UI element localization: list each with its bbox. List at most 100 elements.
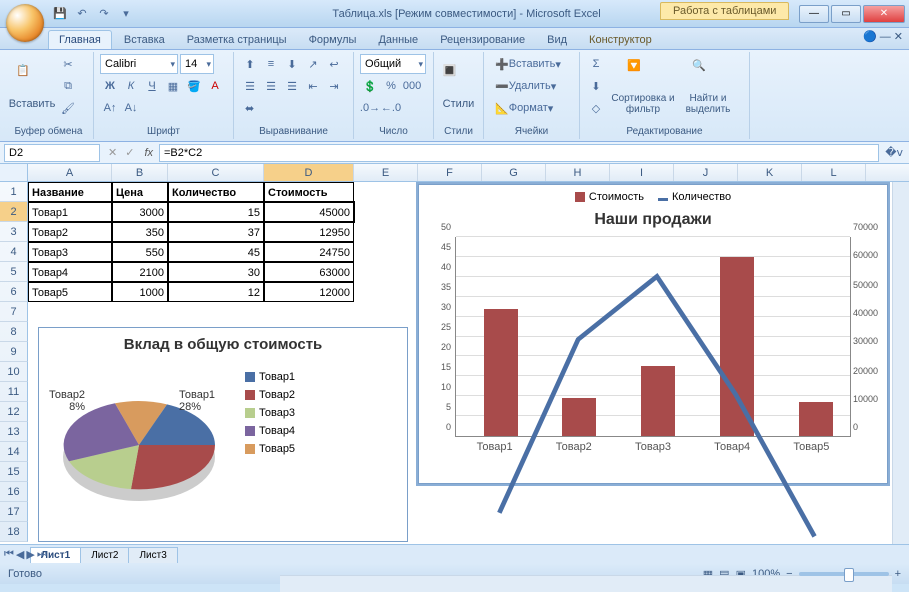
align-top-icon[interactable]: ⬆	[240, 54, 260, 74]
horizontal-scrollbar[interactable]	[280, 575, 892, 592]
close-button[interactable]: ✕	[863, 5, 905, 23]
row-header[interactable]: 2	[0, 202, 28, 222]
comma-icon[interactable]: 000	[402, 76, 422, 96]
cell[interactable]: 550	[112, 242, 168, 262]
sheet-tab[interactable]: Лист2	[80, 547, 129, 563]
row-header[interactable]: 10	[0, 362, 28, 382]
row-header[interactable]: 17	[0, 502, 28, 522]
format-cells-button[interactable]: 📐 Формат ▾	[490, 98, 558, 118]
col-header[interactable]: A	[28, 164, 112, 181]
cell[interactable]: Товар1	[28, 202, 112, 222]
sort-filter-button[interactable]: 🔽Сортировка и фильтр	[610, 54, 676, 120]
tab-data[interactable]: Данные	[368, 31, 428, 49]
cell[interactable]: Товар5	[28, 282, 112, 302]
formula-input[interactable]: =B2*C2	[159, 144, 879, 162]
indent-inc-icon[interactable]: ⇥	[324, 76, 344, 96]
row-header[interactable]: 3	[0, 222, 28, 242]
increase-font-icon[interactable]: A↑	[100, 98, 120, 118]
col-header[interactable]: H	[546, 164, 610, 181]
redo-icon[interactable]: ↷	[96, 6, 112, 22]
undo-icon[interactable]: ↶	[74, 6, 90, 22]
merge-icon[interactable]: ⬌	[240, 98, 259, 118]
decrease-font-icon[interactable]: A↓	[121, 98, 141, 118]
cell[interactable]: 15	[168, 202, 264, 222]
fx-icon[interactable]: fx	[138, 147, 159, 159]
first-sheet-icon[interactable]: ⏮	[4, 548, 14, 561]
delete-cells-button[interactable]: ➖ Удалить ▾	[490, 76, 561, 96]
select-all-button[interactable]	[0, 164, 28, 181]
cell[interactable]: 63000	[264, 262, 354, 282]
font-name-combo[interactable]: Calibri	[100, 54, 178, 74]
cell[interactable]: 12000	[264, 282, 354, 302]
currency-icon[interactable]: 💲	[360, 76, 380, 96]
insert-cells-button[interactable]: ➕ Вставить ▾	[490, 54, 566, 74]
styles-button[interactable]: 🔳Стили	[440, 54, 477, 120]
row-header[interactable]: 6	[0, 282, 28, 302]
vertical-scrollbar[interactable]	[892, 182, 909, 544]
cell[interactable]: 45	[168, 242, 264, 262]
minimize-button[interactable]: —	[799, 5, 829, 23]
row-header[interactable]: 9	[0, 342, 28, 362]
number-format-combo[interactable]: Общий	[360, 54, 426, 74]
cell[interactable]: Цена	[112, 182, 168, 202]
col-header[interactable]: G	[482, 164, 546, 181]
copy-icon[interactable]: ⧉	[58, 76, 78, 96]
row-header[interactable]: 8	[0, 322, 28, 342]
cell[interactable]: Стоимость	[264, 182, 354, 202]
help-button[interactable]: 🔵 — ✕	[863, 30, 903, 43]
tab-insert[interactable]: Вставка	[114, 31, 175, 49]
row-header[interactable]: 15	[0, 462, 28, 482]
cell[interactable]: Название	[28, 182, 112, 202]
cell-selected[interactable]: 45000	[264, 202, 354, 222]
fill-icon[interactable]: ⬇	[586, 76, 606, 96]
tab-formulas[interactable]: Формулы	[299, 31, 367, 49]
orientation-icon[interactable]: ↗	[303, 54, 323, 74]
cell[interactable]: 3000	[112, 202, 168, 222]
align-middle-icon[interactable]: ≡	[261, 54, 281, 74]
percent-icon[interactable]: %	[381, 76, 401, 96]
row-header[interactable]: 11	[0, 382, 28, 402]
row-header[interactable]: 18	[0, 522, 28, 542]
worksheet[interactable]: A B C D E F G H I J K L 1 2 3 4 5 6 7 8 …	[0, 164, 909, 544]
format-painter-icon[interactable]: 🖌	[58, 98, 78, 118]
cell[interactable]: 12	[168, 282, 264, 302]
tab-review[interactable]: Рецензирование	[430, 31, 535, 49]
inc-decimal-icon[interactable]: .0→	[360, 98, 380, 118]
accept-formula-icon[interactable]: ✓	[121, 146, 138, 159]
col-header[interactable]: L	[802, 164, 866, 181]
tab-view[interactable]: Вид	[537, 31, 577, 49]
save-icon[interactable]: 💾	[52, 6, 68, 22]
wrap-text-icon[interactable]: ↩	[324, 54, 344, 74]
qat-more-icon[interactable]: ▾	[118, 6, 134, 22]
next-sheet-icon[interactable]: ▶	[26, 548, 34, 561]
fill-color-icon[interactable]: 🪣	[184, 76, 204, 96]
col-header[interactable]: I	[610, 164, 674, 181]
col-header[interactable]: K	[738, 164, 802, 181]
underline-icon[interactable]: Ч	[142, 76, 162, 96]
row-header[interactable]: 7	[0, 302, 28, 322]
prev-sheet-icon[interactable]: ◀	[16, 548, 24, 561]
font-color-icon[interactable]: A	[205, 76, 225, 96]
cell[interactable]: Количество	[168, 182, 264, 202]
align-center-icon[interactable]: ☰	[261, 76, 281, 96]
cell[interactable]: 30	[168, 262, 264, 282]
cut-icon[interactable]: ✂	[58, 54, 78, 74]
dec-decimal-icon[interactable]: ←.0	[381, 98, 401, 118]
expand-formula-icon[interactable]: �ⅴ	[879, 146, 909, 159]
last-sheet-icon[interactable]: ⏭	[37, 548, 47, 561]
row-header[interactable]: 13	[0, 422, 28, 442]
cell[interactable]: Товар3	[28, 242, 112, 262]
combo-chart[interactable]: Стоимость Количество Наши продажи 051015…	[418, 184, 888, 484]
cell[interactable]: Товар2	[28, 222, 112, 242]
align-right-icon[interactable]: ☰	[282, 76, 302, 96]
bold-icon[interactable]: Ж	[100, 76, 120, 96]
maximize-button[interactable]: ▭	[831, 5, 861, 23]
col-header[interactable]: D	[264, 164, 354, 181]
row-header[interactable]: 16	[0, 482, 28, 502]
font-size-combo[interactable]: 14	[180, 54, 214, 74]
row-header[interactable]: 5	[0, 262, 28, 282]
cell[interactable]: 12950	[264, 222, 354, 242]
italic-icon[interactable]: К	[121, 76, 141, 96]
row-header[interactable]: 14	[0, 442, 28, 462]
zoom-in-icon[interactable]: +	[895, 568, 901, 580]
